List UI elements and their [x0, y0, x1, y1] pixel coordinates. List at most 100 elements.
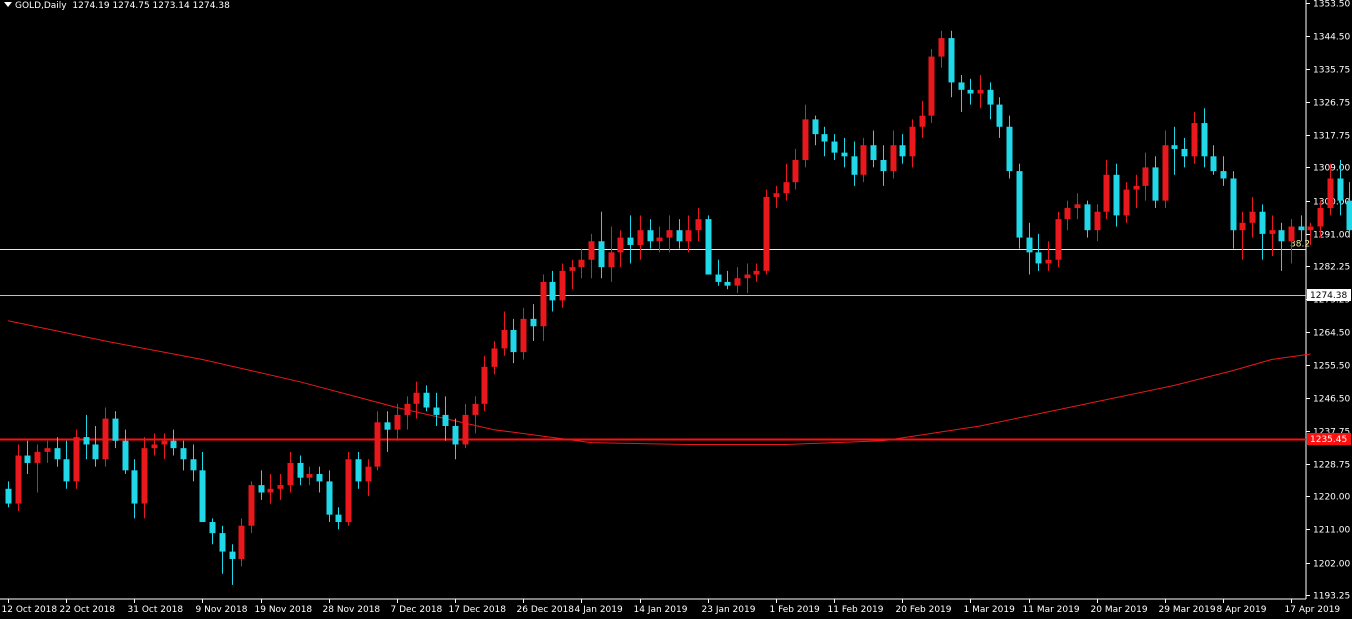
- candle-body-bullish[interactable]: [637, 230, 644, 245]
- candle-body-bearish[interactable]: [1259, 211, 1266, 234]
- candle-body-bullish[interactable]: [1191, 123, 1198, 157]
- candle-body-bullish[interactable]: [374, 422, 381, 467]
- candle-body-bearish[interactable]: [131, 470, 138, 504]
- candle-body-bearish[interactable]: [967, 89, 974, 94]
- candle-body-bullish[interactable]: [404, 403, 411, 415]
- candle-body-bearish[interactable]: [530, 318, 537, 327]
- candle-body-bullish[interactable]: [1094, 211, 1101, 231]
- candle-body-bullish[interactable]: [413, 392, 420, 404]
- candle-body-bearish[interactable]: [851, 156, 858, 175]
- candle-body-bullish[interactable]: [481, 366, 488, 404]
- candle-body-bearish[interactable]: [1006, 126, 1013, 172]
- candle-body-bearish[interactable]: [180, 448, 187, 460]
- candle-body-bullish[interactable]: [617, 237, 624, 253]
- candle-body-bearish[interactable]: [384, 422, 391, 430]
- candle-body-bearish[interactable]: [715, 274, 722, 282]
- candle-body-bearish[interactable]: [1278, 230, 1285, 242]
- candle-body-bearish[interactable]: [705, 219, 712, 275]
- candle-body-bullish[interactable]: [608, 252, 615, 268]
- candle-body-bullish[interactable]: [860, 145, 867, 175]
- candle-body-bearish[interactable]: [355, 459, 362, 482]
- candle-body-bullish[interactable]: [44, 448, 51, 452]
- candle-body-bearish[interactable]: [92, 444, 99, 460]
- candle-body-bearish[interactable]: [598, 241, 605, 268]
- candle-body-bearish[interactable]: [1016, 171, 1023, 238]
- candle-body-bearish[interactable]: [647, 230, 654, 242]
- candle-body-bearish[interactable]: [1210, 156, 1217, 172]
- candle-body-bearish[interactable]: [1026, 237, 1033, 253]
- candle-body-bullish[interactable]: [890, 145, 897, 172]
- candle-body-bullish[interactable]: [1133, 185, 1140, 190]
- candle-body-bullish[interactable]: [267, 488, 274, 493]
- candle-body-bearish[interactable]: [24, 455, 31, 463]
- candle-body-bullish[interactable]: [15, 455, 22, 504]
- candle-body-bullish[interactable]: [1123, 189, 1130, 216]
- candle-body-bullish[interactable]: [1317, 208, 1324, 227]
- candle-body-bullish[interactable]: [938, 38, 945, 57]
- candle-body-bearish[interactable]: [452, 425, 459, 445]
- candle-body-bearish[interactable]: [83, 437, 90, 445]
- candle-body-bullish[interactable]: [277, 485, 284, 489]
- candle-body-bullish[interactable]: [977, 89, 984, 94]
- candle-body-bearish[interactable]: [5, 488, 12, 504]
- candle-body-bearish[interactable]: [870, 145, 877, 161]
- candle-body-bullish[interactable]: [744, 274, 751, 279]
- candle-body-bearish[interactable]: [54, 448, 61, 460]
- candle-body-bullish[interactable]: [569, 267, 576, 271]
- candle-body-bullish[interactable]: [666, 230, 673, 238]
- candle-body-bullish[interactable]: [1288, 226, 1295, 242]
- candle-body-bearish[interactable]: [442, 414, 449, 426]
- candle-body-bullish[interactable]: [1064, 208, 1071, 220]
- candle-body-bearish[interactable]: [190, 459, 197, 471]
- candle-body-bullish[interactable]: [1162, 145, 1169, 201]
- candle-body-bearish[interactable]: [63, 459, 70, 482]
- candle-body-bullish[interactable]: [462, 414, 469, 445]
- candle-body-bearish[interactable]: [948, 38, 955, 83]
- candle-body-bullish[interactable]: [753, 270, 760, 275]
- candle-body-bearish[interactable]: [433, 407, 440, 415]
- candle-body-bearish[interactable]: [627, 237, 634, 245]
- candle-body-bullish[interactable]: [306, 474, 313, 478]
- candle-body-bullish[interactable]: [345, 459, 352, 523]
- candle-body-bullish[interactable]: [394, 414, 401, 430]
- candle-body-bearish[interactable]: [1220, 171, 1227, 179]
- candle-body-bullish[interactable]: [734, 278, 741, 286]
- candle-body-bullish[interactable]: [365, 466, 372, 482]
- candle-body-bullish[interactable]: [1307, 226, 1314, 231]
- candle-body-bearish[interactable]: [1230, 178, 1237, 231]
- candle-body-bullish[interactable]: [578, 259, 585, 268]
- candle-body-bullish[interactable]: [928, 56, 935, 116]
- candle-body-bearish[interactable]: [996, 104, 1003, 127]
- candle-body-bearish[interactable]: [423, 392, 430, 408]
- candle-body-bullish[interactable]: [1142, 167, 1149, 186]
- candle-body-bullish[interactable]: [792, 160, 799, 183]
- candle-body-bearish[interactable]: [831, 141, 838, 153]
- candle-body-bearish[interactable]: [297, 462, 304, 478]
- candle-body-bullish[interactable]: [919, 115, 926, 127]
- candle-body-bullish[interactable]: [783, 182, 790, 194]
- candle-body-bearish[interactable]: [219, 533, 226, 552]
- candle-body-bearish[interactable]: [1113, 174, 1120, 216]
- candle-body-bearish[interactable]: [1084, 204, 1091, 231]
- candle-body-bearish[interactable]: [1337, 178, 1344, 201]
- candle-body-bearish[interactable]: [122, 440, 129, 471]
- candle-body-bearish[interactable]: [112, 418, 119, 441]
- candle-body-bullish[interactable]: [540, 281, 547, 327]
- candle-body-bullish[interactable]: [763, 196, 770, 271]
- candle-body-bearish[interactable]: [812, 119, 819, 135]
- candle-body-bullish[interactable]: [73, 437, 80, 482]
- candle-body-bearish[interactable]: [1171, 145, 1178, 149]
- candle-body-bearish[interactable]: [1035, 252, 1042, 264]
- candle-body-bearish[interactable]: [1298, 226, 1305, 231]
- candle-body-bearish[interactable]: [958, 82, 965, 90]
- candle-body-bearish[interactable]: [199, 470, 206, 523]
- candle-body-bearish[interactable]: [880, 160, 887, 172]
- candle-body-bullish[interactable]: [802, 119, 809, 161]
- candle-body-bearish[interactable]: [821, 134, 828, 142]
- candle-body-bearish[interactable]: [335, 514, 342, 523]
- candle-body-bullish[interactable]: [559, 270, 566, 301]
- candle-body-bullish[interactable]: [1327, 178, 1334, 209]
- candle-body-bearish[interactable]: [987, 89, 994, 105]
- candle-body-bearish[interactable]: [326, 481, 333, 515]
- candle-body-bullish[interactable]: [102, 418, 109, 460]
